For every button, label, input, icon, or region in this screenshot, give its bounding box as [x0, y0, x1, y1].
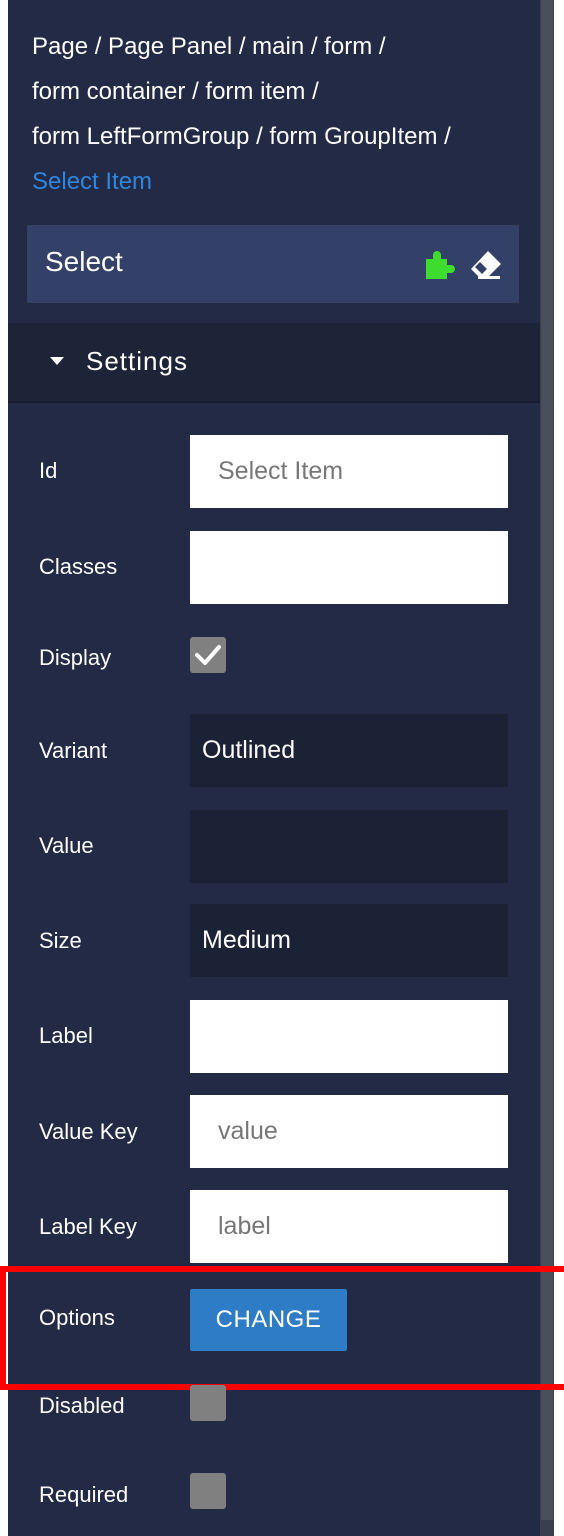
component-header: Select — [27, 225, 519, 303]
classes-input[interactable] — [190, 531, 508, 604]
eraser-icon[interactable] — [469, 247, 503, 281]
display-label: Display — [39, 645, 112, 670]
label-input[interactable] — [190, 1000, 508, 1073]
caret-down-icon — [50, 357, 64, 365]
settings-label: Settings — [86, 346, 188, 376]
label-key-label: Label Key — [39, 1214, 137, 1239]
label-key-input[interactable] — [190, 1190, 508, 1263]
value-key-label: Value Key — [39, 1119, 138, 1144]
breadcrumb: Page / Page Panel / main / form / form c… — [32, 24, 532, 204]
variant-label: Variant — [39, 738, 108, 763]
id-label: Id — [39, 458, 58, 483]
component-title: Select — [45, 246, 123, 277]
display-checkbox[interactable] — [190, 637, 226, 673]
size-select[interactable]: Medium — [190, 904, 508, 977]
breadcrumb-line-3[interactable]: form LeftFormGroup / form GroupItem / — [32, 114, 532, 159]
variant-select[interactable]: Outlined — [190, 714, 508, 787]
classes-label: Classes — [39, 554, 118, 579]
label-label: Label — [39, 1023, 93, 1048]
settings-section-header[interactable]: Settings — [8, 323, 540, 403]
options-label: Options — [39, 1305, 115, 1330]
size-value: Medium — [202, 926, 291, 954]
required-checkbox[interactable] — [190, 1473, 226, 1509]
id-input[interactable] — [190, 435, 508, 508]
options-change-button[interactable]: CHANGE — [190, 1289, 347, 1351]
breadcrumb-line-1[interactable]: Page / Page Panel / main / form / — [32, 24, 532, 69]
disabled-label: Disabled — [39, 1393, 125, 1418]
checkmark-icon — [195, 645, 221, 665]
variant-value: Outlined — [202, 736, 296, 764]
required-label: Required — [39, 1482, 129, 1507]
disabled-checkbox[interactable] — [190, 1385, 226, 1421]
puzzle-icon[interactable] — [423, 247, 457, 281]
value-label: Value — [39, 833, 94, 858]
breadcrumb-line-2[interactable]: form container / form item / — [32, 69, 532, 114]
breadcrumb-current: Select Item — [32, 168, 153, 195]
size-label: Size — [39, 928, 82, 953]
value-key-input[interactable] — [190, 1095, 508, 1168]
value-select[interactable] — [190, 810, 508, 883]
